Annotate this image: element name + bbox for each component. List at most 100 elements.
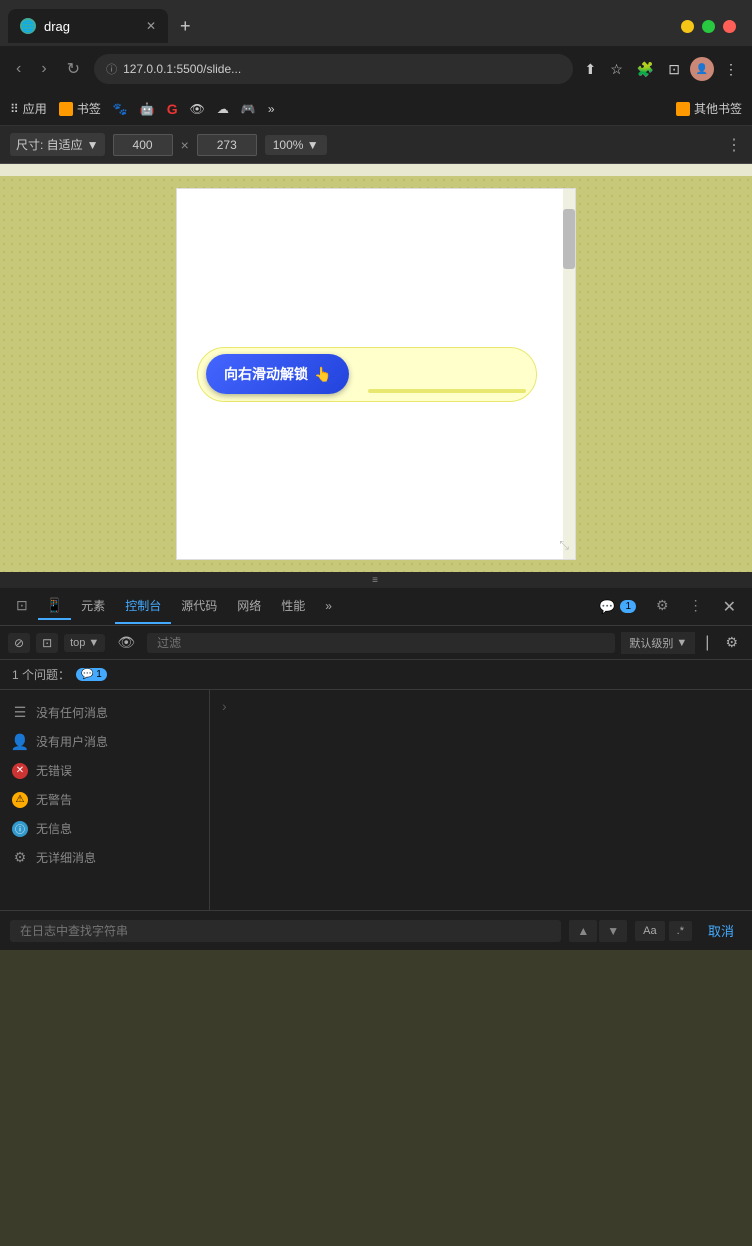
tab-elements[interactable]: 元素 [71,589,115,624]
bookmark-4[interactable]: G [167,101,178,117]
window-controls [681,20,744,33]
apps-bookmark[interactable]: ⠿ 应用 [10,100,47,117]
device-toolbar-more-icon[interactable]: ⋮ [726,135,742,155]
log-level-select[interactable]: 默认级别 ▼ [621,632,695,654]
size-label: 尺寸: 自适应 [16,136,83,153]
extensions-icon[interactable]: 🧩 [633,57,658,82]
info-label: 无信息 [36,820,72,837]
devtools-settings-icon[interactable]: ⚙ [648,593,677,620]
issues-count-label: 1 个问题： [12,666,70,683]
height-input[interactable] [197,134,257,156]
issues-bar: 1 个问题： 💬 1 [0,660,752,690]
search-prev-button[interactable]: ▲ [569,920,597,942]
resize-handle-icon[interactable]: ⤡ [559,538,569,553]
size-select[interactable]: 尺寸: 自适应 ▼ [10,133,105,156]
star-icon[interactable]: ☆ [606,57,627,82]
more-menu-icon[interactable]: ⋮ [720,57,742,82]
bookmark-6[interactable]: ☁ [217,102,229,116]
console-filter-input[interactable] [147,633,615,653]
refresh-button[interactable]: ↻ [61,55,86,83]
bookmark-4-icon: G [167,101,178,117]
context-select[interactable]: top ▼ [64,634,105,652]
console-settings-icon[interactable]: ⚙ [719,631,744,654]
devtools-drag-handle[interactable]: ≡ [0,572,752,588]
address-url: 127.0.0.1:5500/slide... [123,62,241,76]
user-messages-label: 没有用户消息 [36,733,108,750]
tab-console[interactable]: 控制台 [115,589,171,624]
vertical-scrollbar[interactable] [563,189,575,559]
issues-badge: 💬 1 [76,668,107,681]
user-messages-icon: 👤 [12,734,28,750]
sidebar-errors[interactable]: ✕ 无错误 [0,756,209,785]
bookmark-7[interactable]: 🎮 [241,102,256,116]
bookmark-3[interactable]: 🤖 [140,102,155,116]
bookmark-7-icon: 🎮 [241,102,256,116]
regex-button[interactable]: .* [669,921,692,941]
bookmark-2[interactable]: 🐾 [113,102,128,116]
console-badge-button[interactable]: 💬 1 [591,595,644,619]
match-case-button[interactable]: Aa [635,921,664,941]
new-tab-button[interactable]: + [172,12,199,41]
console-toolbar: ⊘ ⊡ top ▼ 👁 默认级别 ▼ | ⚙ [0,626,752,660]
bookmark-2-icon: 🐾 [113,102,128,116]
horizontal-scrollbar[interactable] [0,164,752,176]
bookmark-1[interactable]: 书签 [59,100,101,117]
devtools-left-icons: ⊡ 📱 [8,593,71,620]
console-content: ☰ 没有任何消息 👤 没有用户消息 ✕ 无错误 ⚠ 无警告 ⓘ 无 [0,690,752,910]
maximize-button[interactable] [702,20,715,33]
zoom-chevron-icon: ▼ [307,138,319,152]
devtools-more-icon[interactable]: ⋮ [681,593,711,620]
console-search-input[interactable] [10,920,561,942]
console-arrow[interactable]: › [218,694,231,718]
slider-track [368,389,526,393]
close-button[interactable] [723,20,736,33]
apps-icon: ⠿ [10,102,19,116]
sidebar-user-messages[interactable]: 👤 没有用户消息 [0,727,209,756]
filter-button[interactable]: ⊡ [36,633,58,653]
devtools-close-button[interactable]: ✕ [715,593,744,621]
tab-network[interactable]: 网络 [227,589,271,624]
back-button[interactable]: ‹ [10,56,27,82]
device-content: 向右滑动解锁 👆 [177,189,575,559]
inspect-element-icon[interactable]: ⊡ [8,593,36,620]
device-mode-icon[interactable]: 📱 [38,593,71,620]
sidebar-warnings[interactable]: ⚠ 无警告 [0,785,209,814]
other-bookmarks[interactable]: 其他书签 [676,100,742,117]
tab-performance[interactable]: 性能 [271,589,315,624]
minimize-button[interactable] [681,20,694,33]
tab-label: drag [44,19,70,34]
zoom-select[interactable]: 100% ▼ [265,135,327,155]
width-input[interactable] [113,134,173,156]
bookmark-folder-icon [59,102,73,116]
console-search-bar: ▲ ▼ Aa .* 取消 [0,910,752,950]
console-badge: 1 [620,600,636,613]
bookmarks-more[interactable]: » [268,102,275,116]
clear-console-button[interactable]: ⊘ [8,633,30,653]
verbose-label: 无详细消息 [36,849,96,866]
browser-window: 🌐 drag ✕ + ‹ › ↻ ⓘ 127.0.0.1:5500/slide.… [0,0,752,950]
eye-icon[interactable]: 👁 [111,631,141,654]
tab-bar: 🌐 drag ✕ + [0,0,752,46]
tab-sources[interactable]: 源代码 [171,589,227,624]
all-messages-icon: ☰ [12,705,28,721]
tab-more[interactable]: » [315,591,342,623]
address-bar[interactable]: ⓘ 127.0.0.1:5500/slide... [94,54,572,84]
nav-action-icons: ⬆ ☆ 🧩 ⊡ 👤 ⋮ [581,57,742,82]
bookmarks-bar: ⠿ 应用 书签 🐾 🤖 G 👁 ☁ 🎮 » 其他书签 [0,92,752,126]
forward-button[interactable]: › [35,56,52,82]
sidebar-all-messages[interactable]: ☰ 没有任何消息 [0,698,209,727]
share-icon[interactable]: ⬆ [581,57,601,82]
sidebar-verbose[interactable]: ⚙ 无详细消息 [0,843,209,872]
active-tab[interactable]: 🌐 drag ✕ [8,9,168,43]
sidebar-info[interactable]: ⓘ 无信息 [0,814,209,843]
tab-close-button[interactable]: ✕ [146,19,156,33]
slider-button[interactable]: 向右滑动解锁 👆 [206,354,349,394]
avatar[interactable]: 👤 [690,57,714,81]
bookmark-5[interactable]: 👁 [190,102,205,116]
log-level-chevron-icon: ▼ [676,637,687,649]
scrollbar-thumb [563,209,575,269]
search-cancel-button[interactable]: 取消 [700,917,742,944]
reader-icon[interactable]: ⊡ [664,57,684,82]
search-next-button[interactable]: ▼ [599,920,627,942]
clear-console-icon: ⊘ [14,636,24,650]
